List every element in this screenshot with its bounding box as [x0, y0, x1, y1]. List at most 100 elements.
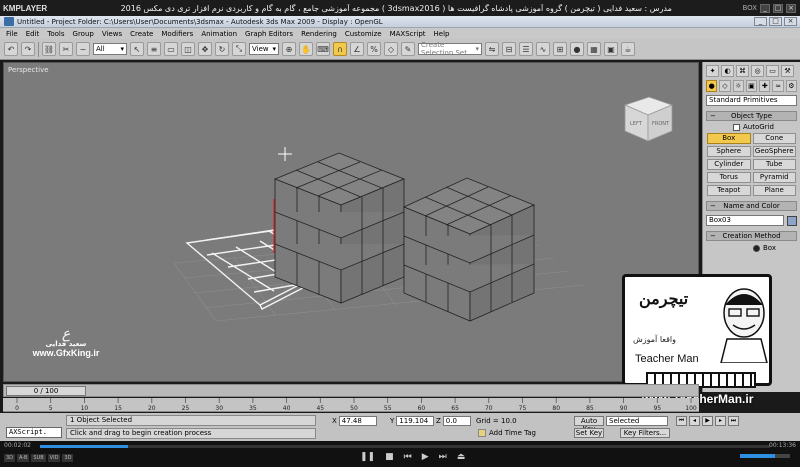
pivot-icon[interactable]: ⊕ — [282, 42, 296, 56]
prev-frame-icon[interactable]: ◂ — [689, 416, 700, 426]
geometry-icon[interactable]: ● — [706, 80, 718, 92]
player-tag[interactable]: 3D — [62, 454, 74, 462]
named-selection-input[interactable]: Create Selection Set ▾ — [418, 41, 482, 57]
track-bar[interactable]: 0 5 10 15 20 25 30 35 40 45 50 55 60 65 70 75 80 85 90 95 10… — [3, 398, 699, 412]
quick-render-icon[interactable]: ☕ — [621, 42, 635, 56]
maximize-button[interactable]: □ — [773, 3, 783, 13]
select-by-name-icon[interactable]: ≡ — [147, 42, 161, 56]
menu-rendering[interactable]: Rendering — [301, 30, 337, 38]
minimize-button[interactable]: _ — [760, 3, 770, 13]
creation-method-rollout[interactable]: Creation Method — [706, 231, 797, 241]
key-filters-button[interactable]: Key Filters... — [620, 428, 670, 438]
object-type-rollout[interactable]: Object Type — [706, 111, 797, 121]
menu-views[interactable]: Views — [102, 30, 122, 38]
hierarchy-tab[interactable]: ⌘ — [736, 65, 749, 77]
primitive-sphere-button[interactable]: Sphere — [707, 146, 751, 157]
keyboard-shortcut-icon[interactable]: ⌨ — [316, 42, 330, 56]
primitive-tube-button[interactable]: Tube — [752, 159, 796, 170]
maxscript-listener[interactable]: AXScript. — [6, 427, 62, 438]
primitive-box-button[interactable]: Box — [707, 133, 751, 144]
selection-filter-dropdown[interactable]: All ▾ — [93, 43, 127, 55]
creation-method-box-radio[interactable]: Box — [703, 241, 800, 252]
menu-tools[interactable]: Tools — [47, 30, 64, 38]
player-progress-bar[interactable] — [40, 445, 770, 448]
primitive-cone-button[interactable]: Cone — [752, 133, 796, 144]
menu-customize[interactable]: Customize — [345, 30, 382, 38]
angle-snap-icon[interactable]: ∠ — [350, 42, 364, 56]
app-close-button[interactable]: × — [784, 17, 797, 26]
spinner-snap-icon[interactable]: ◇ — [384, 42, 398, 56]
edit-named-selection-icon[interactable]: ✎ — [401, 42, 415, 56]
render-setup-icon[interactable]: ▦ — [587, 42, 601, 56]
motion-tab[interactable]: ◎ — [751, 65, 764, 77]
lights-icon[interactable]: ☼ — [732, 80, 744, 92]
undo-icon[interactable]: ↶ — [4, 42, 18, 56]
menu-modifiers[interactable]: Modifiers — [161, 30, 193, 38]
menu-create[interactable]: Create — [130, 30, 153, 38]
scale-icon[interactable]: ⤡ — [232, 42, 246, 56]
bind-space-warp-icon[interactable]: ~ — [76, 42, 90, 56]
player-tag[interactable]: A-B — [17, 454, 30, 462]
material-editor-icon[interactable]: ● — [570, 42, 584, 56]
app-minimize-button[interactable]: _ — [754, 17, 767, 26]
menu-file[interactable]: File — [6, 30, 18, 38]
select-object-icon[interactable]: ↖ — [130, 42, 144, 56]
utilities-tab[interactable]: ⚒ — [781, 65, 794, 77]
primitive-teapot-button[interactable]: Teapot — [707, 185, 751, 196]
layer-manager-icon[interactable]: ☰ — [519, 42, 533, 56]
x-coord-field[interactable]: 47.48 — [338, 416, 377, 426]
menu-maxscript[interactable]: MAXScript — [390, 30, 426, 38]
primitive-pyramid-button[interactable]: Pyramid — [752, 172, 796, 183]
close-button[interactable]: × — [786, 3, 796, 13]
snaps-toggle-icon[interactable]: ∩ — [333, 42, 347, 56]
go-to-start-icon[interactable]: ⏮ — [676, 416, 687, 426]
auto-key-button[interactable]: Auto Key — [574, 416, 604, 433]
time-slider-knob[interactable]: 0 / 100 — [6, 385, 86, 396]
rendered-frame-icon[interactable]: ▣ — [604, 42, 618, 56]
menu-edit[interactable]: Edit — [26, 30, 40, 38]
go-to-end-icon[interactable]: ⏭ — [728, 416, 739, 426]
player-tag[interactable]: SUB — [31, 454, 46, 462]
mirror-icon[interactable]: ⇋ — [485, 42, 499, 56]
player-pause-icon[interactable]: ❚❚ — [360, 452, 375, 462]
modify-tab[interactable]: ◐ — [721, 65, 734, 77]
menu-group[interactable]: Group — [73, 30, 94, 38]
select-link-icon[interactable]: ⛓ — [42, 42, 56, 56]
unlink-icon[interactable]: ✂ — [59, 42, 73, 56]
object-name-field[interactable]: Box03 — [706, 215, 784, 226]
next-frame-icon[interactable]: ▸ — [715, 416, 726, 426]
perspective-viewport[interactable]: Perspective LEFT FRONT — [3, 62, 699, 382]
z-coord-field[interactable]: 0.0 — [442, 416, 471, 426]
autogrid-checkbox[interactable]: AutoGrid — [703, 121, 800, 133]
player-prev-icon[interactable]: ⏮ — [404, 452, 412, 462]
shapes-icon[interactable]: ◇ — [719, 80, 731, 92]
player-eject-icon[interactable]: ⏏ — [457, 452, 466, 462]
player-tag[interactable]: VID — [47, 454, 61, 462]
menu-help[interactable]: Help — [434, 30, 450, 38]
set-key-button[interactable]: Set Key — [574, 428, 604, 438]
move-icon[interactable]: ✥ — [198, 42, 212, 56]
rotate-icon[interactable]: ↻ — [215, 42, 229, 56]
key-set-dropdown[interactable]: Selected — [606, 416, 668, 426]
app-maximize-button[interactable]: □ — [769, 17, 782, 26]
redo-icon[interactable]: ↷ — [21, 42, 35, 56]
display-tab[interactable]: ▭ — [766, 65, 779, 77]
primitive-torus-button[interactable]: Torus — [707, 172, 751, 183]
player-stop-icon[interactable]: ■ — [385, 452, 394, 462]
player-play-icon[interactable]: ▶ — [422, 452, 429, 462]
rectangular-selection-icon[interactable]: ▭ — [164, 42, 178, 56]
cameras-icon[interactable]: ▣ — [745, 80, 758, 92]
menu-graph-editors[interactable]: Graph Editors — [245, 30, 293, 38]
y-coord-field[interactable]: 119.104 — [396, 416, 435, 426]
name-color-rollout[interactable]: Name and Color — [706, 201, 797, 211]
player-volume-bar[interactable] — [740, 454, 790, 458]
player-tag[interactable]: 3D — [4, 454, 16, 462]
schematic-view-icon[interactable]: ⊞ — [553, 42, 567, 56]
percent-snap-icon[interactable]: % — [367, 42, 381, 56]
align-icon[interactable]: ⊟ — [502, 42, 516, 56]
space-warps-icon[interactable]: ≈ — [772, 80, 784, 92]
player-next-icon[interactable]: ⏭ — [439, 452, 447, 462]
select-manipulate-icon[interactable]: ✋ — [299, 42, 313, 56]
helpers-icon[interactable]: ✚ — [759, 80, 771, 92]
create-tab[interactable]: ✦ — [706, 65, 719, 77]
